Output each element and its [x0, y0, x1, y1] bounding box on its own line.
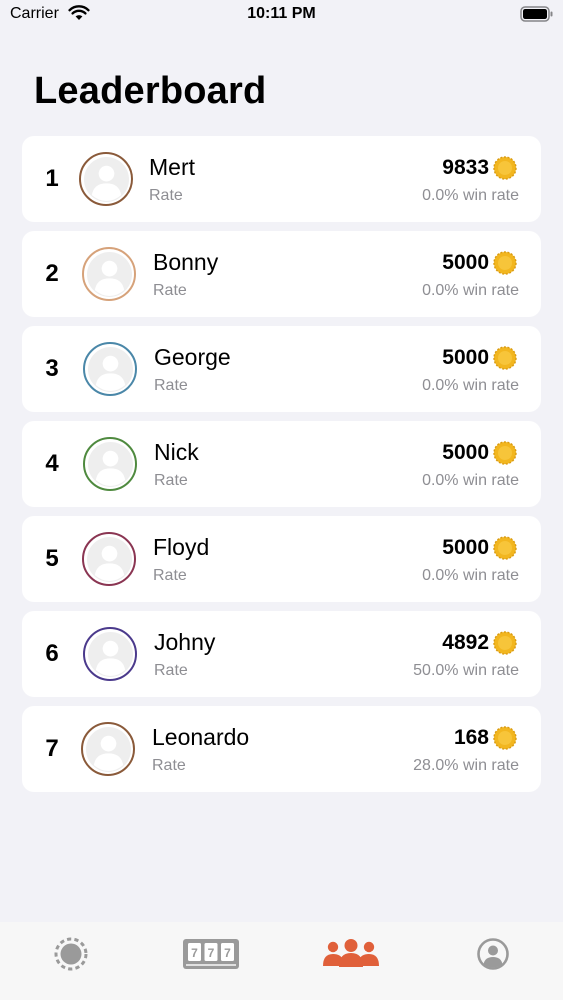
- player-name: George: [154, 344, 231, 370]
- avatar: [83, 437, 137, 491]
- tab-profile[interactable]: [474, 934, 512, 974]
- rank-number: 2: [45, 260, 59, 287]
- player-win-rate: 50.0% win rate: [413, 662, 519, 679]
- player-subtitle: Rate: [154, 662, 188, 679]
- coin-icon: [493, 441, 517, 465]
- tab-poker-chip[interactable]: [50, 934, 92, 974]
- player-name: Leonardo: [152, 724, 250, 750]
- status-bar: Carrier 10:11 PM: [0, 0, 563, 30]
- avatar-placeholder-icon: [87, 346, 133, 392]
- leaderboard-row[interactable]: 5 Floyd Rate 5000 0.0% win rate: [22, 516, 541, 602]
- avatar-placeholder-icon: [87, 441, 133, 487]
- avatar: [79, 152, 133, 206]
- svg-text:7: 7: [191, 946, 198, 960]
- rank-number: 7: [45, 735, 59, 762]
- coin-icon: [493, 631, 517, 655]
- avatar-placeholder-icon: [87, 631, 133, 677]
- coin-icon: [493, 156, 517, 180]
- rank-number: 5: [45, 545, 59, 572]
- avatar-placeholder-icon: [86, 536, 132, 582]
- tab-leaderboard[interactable]: [320, 934, 382, 974]
- leaderboard-screen: Carrier 10:11 PM Leaderboard 1 Mert Rate 98…: [0, 0, 563, 1000]
- avatar: [82, 532, 136, 586]
- rank-number: 1: [45, 165, 59, 192]
- avatar-placeholder-icon: [83, 156, 129, 202]
- page-title: Leaderboard: [34, 70, 267, 112]
- coin-icon: [493, 346, 517, 370]
- coin-icon: [493, 536, 517, 560]
- slot-machine-icon: 7 7 7: [183, 939, 239, 969]
- player-win-rate: 0.0% win rate: [422, 567, 519, 584]
- leaderboard-row[interactable]: 7 Leonardo Rate 168 28.0% win rate: [22, 706, 541, 792]
- rank-number: 4: [45, 450, 59, 477]
- player-win-rate: 0.0% win rate: [422, 187, 519, 204]
- status-time: 10:11 PM: [247, 5, 316, 22]
- tab-bar: 7 7 7: [0, 922, 563, 1000]
- avatar-placeholder-icon: [86, 251, 132, 297]
- player-name: Johny: [154, 629, 216, 655]
- player-name: Mert: [149, 154, 195, 180]
- poker-chip-icon: [54, 937, 88, 971]
- player-subtitle: Rate: [153, 567, 187, 584]
- player-win-rate: 0.0% win rate: [422, 472, 519, 489]
- player-name: Nick: [154, 439, 199, 465]
- profile-icon: [477, 938, 509, 970]
- player-subtitle: Rate: [154, 377, 188, 394]
- player-win-rate: 0.0% win rate: [422, 282, 519, 299]
- leaderboard-list: 1 Mert Rate 9833 0.0% win rate 2 Bonny Rate 5000…: [22, 136, 541, 801]
- battery-icon: [520, 6, 553, 22]
- leaderboard-row[interactable]: 2 Bonny Rate 5000 0.0% win rate: [22, 231, 541, 317]
- group-icon: [323, 939, 379, 967]
- coin-icon: [493, 251, 517, 275]
- player-win-rate: 0.0% win rate: [422, 377, 519, 394]
- player-score: 5000: [442, 251, 489, 274]
- leaderboard-row[interactable]: 1 Mert Rate 9833 0.0% win rate: [22, 136, 541, 222]
- svg-text:7: 7: [224, 946, 231, 960]
- player-subtitle: Rate: [153, 282, 187, 299]
- leaderboard-row[interactable]: 6 Johny Rate 4892 50.0% win rate: [22, 611, 541, 697]
- avatar-placeholder-icon: [85, 726, 131, 772]
- player-win-rate: 28.0% win rate: [413, 757, 519, 774]
- leaderboard-row[interactable]: 3 George Rate 5000 0.0% win rate: [22, 326, 541, 412]
- player-score: 5000: [442, 441, 489, 464]
- leaderboard-row[interactable]: 4 Nick Rate 5000 0.0% win rate: [22, 421, 541, 507]
- rank-number: 6: [45, 640, 59, 667]
- avatar: [83, 627, 137, 681]
- avatar: [81, 722, 135, 776]
- coin-icon: [493, 726, 517, 750]
- player-score: 9833: [442, 156, 489, 179]
- player-name: Floyd: [153, 534, 210, 560]
- avatar: [82, 247, 136, 301]
- player-score: 4892: [442, 631, 489, 654]
- tab-slots[interactable]: 7 7 7: [181, 934, 243, 974]
- player-subtitle: Rate: [149, 187, 183, 204]
- player-name: Bonny: [153, 249, 219, 275]
- player-subtitle: Rate: [152, 757, 186, 774]
- player-score: 5000: [442, 346, 489, 369]
- player-score: 5000: [442, 536, 489, 559]
- player-score: 168: [453, 726, 489, 749]
- player-subtitle: Rate: [154, 472, 188, 489]
- avatar: [83, 342, 137, 396]
- svg-text:7: 7: [208, 946, 215, 960]
- rank-number: 3: [45, 355, 59, 382]
